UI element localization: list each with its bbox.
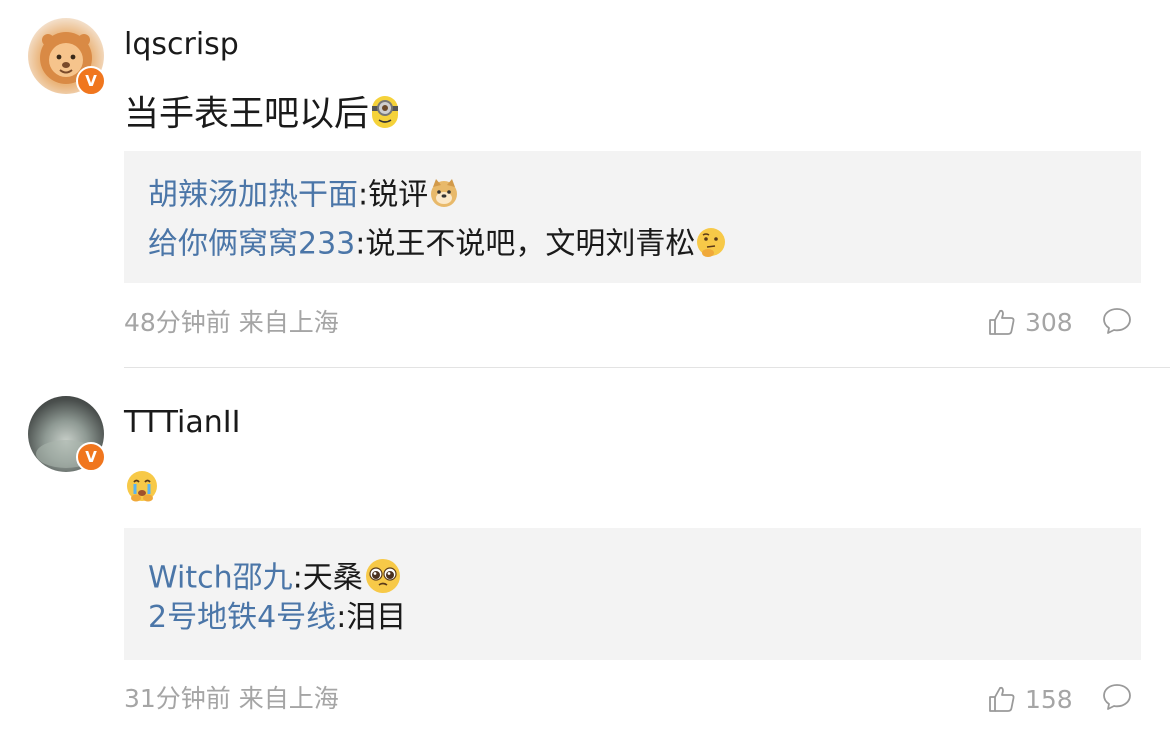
reply-line: 给你俩窝窝233:说王不说吧，文明刘青松 [148,226,727,264]
comment-username[interactable]: TTTianII [124,408,240,438]
reply-button[interactable] [1101,682,1133,716]
comment-bubble-icon [1103,684,1131,710]
reply-text: :锐评 [358,177,429,213]
thumbs-up-icon [989,309,1015,335]
doge-emoji-icon [428,177,460,215]
thumbs-up-icon [989,686,1015,712]
pleading-emoji-icon [363,556,403,602]
reply-text: :说王不说吧，文明刘青松 [355,226,696,262]
comment-item: V TTTianII Witch邵九:天桑 2号地铁4号线:泪目 31分钟前 来… [0,368,1170,733]
crying-emoji-icon [124,468,160,511]
verified-badge-icon: V [76,442,106,472]
reply-preview-box[interactable]: 胡辣汤加热干面:锐评 给你俩窝窝233:说王不说吧，文明刘青松 [124,151,1141,283]
reply-preview-box[interactable]: Witch邵九:天桑 2号地铁4号线:泪目 [124,528,1141,660]
reply-text: :泪目 [336,600,407,635]
reply-username[interactable]: 2号地铁4号线 [148,600,336,635]
comment-meta: 31分钟前 来自上海 [124,684,339,713]
like-button[interactable]: 308 [987,305,1073,339]
reply-line: 胡辣汤加热干面:锐评 [148,177,460,215]
comment-content: 当手表王吧以后 [124,94,401,137]
minion-emoji-icon [369,94,401,137]
reply-username[interactable]: 胡辣汤加热干面 [148,178,358,213]
reply-username[interactable]: 给你俩窝窝233 [148,227,355,262]
reply-username[interactable]: Witch邵九 [148,561,293,596]
comment-username[interactable]: lqscrisp [124,30,239,60]
reply-line: Witch邵九:天桑 [148,556,403,602]
comment-meta: 48分钟前 来自上海 [124,308,339,337]
reply-line: 2号地铁4号线:泪目 [148,603,406,633]
comment-content [124,468,160,511]
like-count: 308 [1025,307,1073,337]
verified-badge-icon: V [76,66,106,96]
like-count: 158 [1025,684,1073,714]
thinking-emoji-icon [695,226,727,264]
like-button[interactable]: 158 [987,682,1073,716]
reply-button[interactable] [1101,306,1133,340]
comment-text: 当手表王吧以后 [124,94,370,135]
reply-text: :天桑 [292,560,363,596]
comment-bubble-icon [1103,308,1131,334]
comment-item: V lqscrisp 当手表王吧以后 胡辣汤加热干面:锐评 给你俩窝窝233:说… [0,0,1170,368]
